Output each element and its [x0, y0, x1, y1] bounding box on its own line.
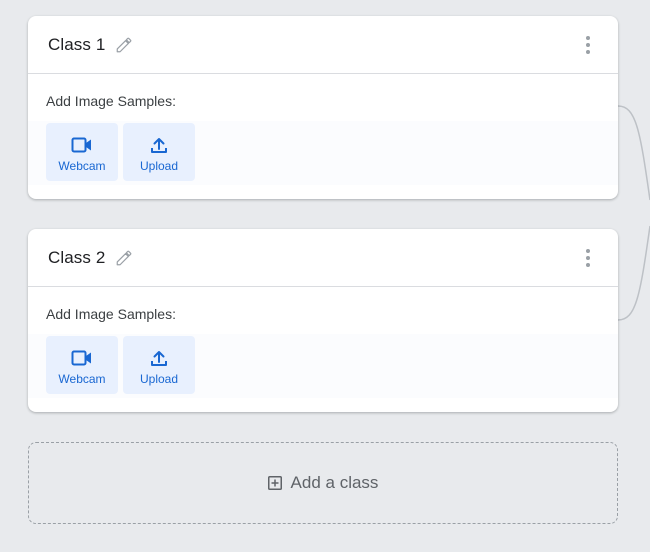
videocam-icon — [70, 135, 94, 155]
class-card-header: Class 2 — [28, 229, 618, 287]
webcam-label: Webcam — [58, 372, 106, 386]
upload-button[interactable]: Upload — [123, 336, 195, 394]
pencil-icon[interactable] — [114, 35, 134, 55]
webcam-button[interactable]: Webcam — [46, 336, 118, 394]
class-card-body: Add Image Samples: Webcam Upload — [28, 287, 618, 412]
more-vert-icon[interactable] — [580, 36, 596, 54]
class-card: Class 2 Add Image Samples: Webcam Upload — [28, 229, 618, 412]
class-card-header: Class 1 — [28, 16, 618, 74]
upload-icon — [147, 135, 171, 155]
add-box-icon — [267, 476, 282, 490]
class-card: Class 1 Add Image Samples: Webcam Upload — [28, 16, 618, 199]
videocam-icon — [70, 348, 94, 368]
more-vert-icon[interactable] — [580, 249, 596, 267]
upload-button[interactable]: Upload — [123, 123, 195, 181]
add-class-label: Add a class — [290, 473, 379, 492]
pencil-icon[interactable] — [114, 248, 134, 268]
webcam-button[interactable]: Webcam — [46, 123, 118, 181]
upload-label: Upload — [139, 159, 179, 173]
upload-label: Upload — [139, 372, 179, 386]
add-samples-label: Add Image Samples: — [46, 93, 176, 109]
webcam-label: Webcam — [58, 159, 106, 173]
upload-icon — [147, 348, 171, 368]
add-samples-label: Add Image Samples: — [46, 306, 176, 322]
class-name[interactable]: Class 1 — [48, 35, 105, 55]
class-name[interactable]: Class 2 — [48, 248, 105, 268]
add-class-button[interactable]: Add a class — [28, 442, 618, 524]
class-card-body: Add Image Samples: Webcam Upload — [28, 74, 618, 199]
